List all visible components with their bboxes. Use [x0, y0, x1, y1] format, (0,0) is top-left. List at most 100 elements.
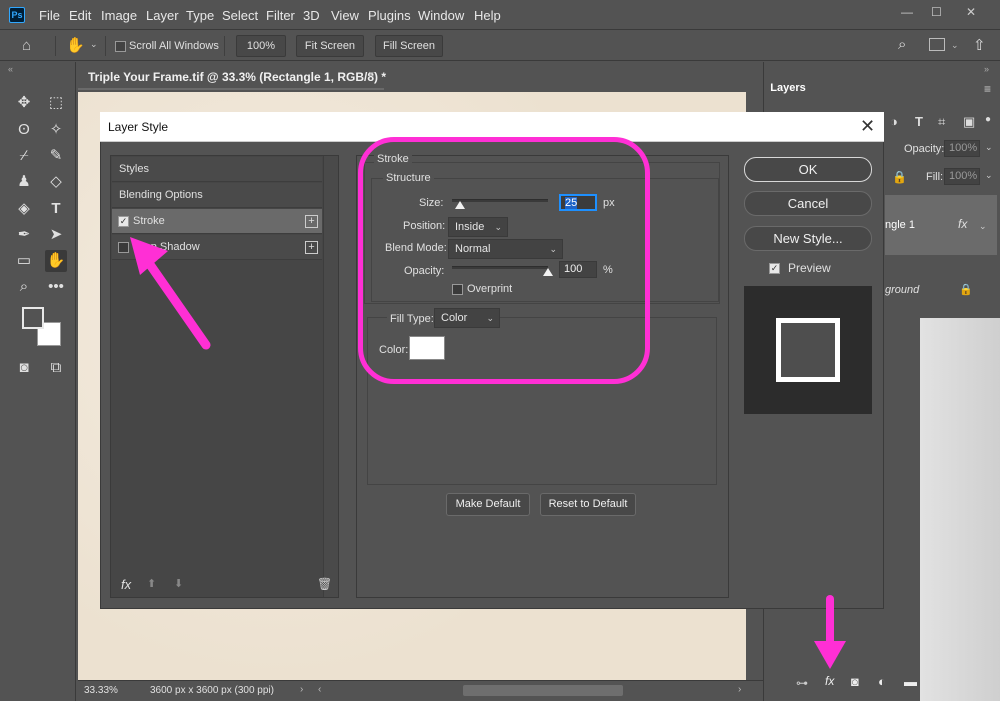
path-select-icon[interactable]: ➤ — [45, 224, 67, 246]
new-style-button[interactable]: New Style... — [744, 226, 872, 251]
quick-mask-icon[interactable]: ◙ — [13, 357, 35, 379]
zoom-level[interactable]: 33.33% — [84, 685, 118, 696]
hand-tool-icon[interactable]: ✋ — [45, 250, 67, 272]
make-default-button[interactable]: Make Default — [446, 493, 530, 516]
cancel-button[interactable]: Cancel — [744, 191, 872, 216]
eyedropper-icon[interactable]: ⌿ — [13, 145, 35, 167]
home-icon[interactable]: ⌂ — [22, 37, 31, 54]
pen-tool-icon[interactable]: ✒ — [13, 224, 35, 246]
stroke-checkbox[interactable]: ✓ — [118, 216, 129, 227]
stamp-icon[interactable]: ♟ — [13, 171, 35, 193]
style-item-blending-options[interactable]: Blending Options — [112, 183, 322, 208]
fill-screen-button[interactable]: Fill Screen — [375, 35, 443, 57]
workspace-icon[interactable] — [929, 38, 945, 51]
overlapping-paper — [920, 318, 1000, 701]
adjustment-filter-icon[interactable]: ◑ — [890, 114, 898, 129]
brush-icon[interactable]: ✎ — [45, 145, 67, 167]
annotation-arrow-fx — [814, 595, 846, 669]
menu-filter[interactable]: Filter — [266, 8, 295, 23]
close-window-button[interactable]: ✕ — [966, 5, 976, 19]
eraser-icon[interactable]: ◇ — [45, 171, 67, 193]
opacity-label: Opacity: — [904, 143, 945, 155]
adjustment-layer-icon[interactable]: ◐ — [878, 674, 886, 689]
fit-screen-button[interactable]: Fit Screen — [296, 35, 364, 57]
hand-tool-icon[interactable]: ✋ — [66, 36, 85, 54]
collapse-panel-icon[interactable]: » — [984, 64, 989, 74]
layer-effects-icon[interactable]: fx — [958, 217, 967, 231]
photoshop-logo: Ps — [9, 7, 25, 23]
add-mask-icon[interactable]: ◙ — [851, 674, 859, 689]
menu-window[interactable]: Window — [418, 8, 464, 23]
add-stroke-icon[interactable]: + — [305, 215, 318, 228]
style-list-scrollbar[interactable] — [323, 156, 338, 597]
more-tools-icon[interactable]: ••• — [45, 276, 67, 298]
add-layer-style-icon[interactable]: fx — [825, 674, 834, 688]
tab-layers[interactable]: Layers — [764, 76, 812, 100]
document-tab[interactable]: Triple Your Frame.tif @ 33.3% (Rectangle… — [78, 62, 386, 90]
menu-view[interactable]: View — [331, 8, 359, 23]
minimize-button[interactable]: — — [901, 5, 913, 19]
share-icon[interactable]: ⇧ — [973, 36, 986, 54]
paint-bucket-icon[interactable]: ◈ — [13, 198, 35, 220]
scroll-all-windows-checkbox[interactable] — [115, 41, 126, 52]
highlight-circle — [358, 137, 650, 384]
menu-file[interactable]: File — [39, 8, 60, 23]
trash-icon[interactable]: 🗑 — [317, 577, 332, 591]
rectangle-tool-icon[interactable]: ▭ — [13, 250, 35, 272]
close-icon[interactable]: × — [368, 69, 374, 81]
type-tool-icon[interactable]: T — [45, 198, 67, 220]
menu-help[interactable]: Help — [474, 8, 501, 23]
menu-select[interactable]: Select — [222, 8, 258, 23]
chevron-down-icon[interactable]: ⌄ — [985, 170, 993, 181]
chevron-down-icon[interactable]: ⌄ — [985, 142, 993, 153]
collapse-icon[interactable]: « — [8, 64, 13, 74]
marquee-tool-icon[interactable]: ⬚ — [45, 92, 67, 114]
type-filter-icon[interactable]: T — [915, 114, 923, 129]
new-group-icon[interactable]: ▬ — [904, 674, 917, 689]
close-icon[interactable]: ✕ — [860, 116, 875, 137]
menu-layer[interactable]: Layer — [146, 8, 179, 23]
move-tool-icon[interactable]: ✥ — [13, 92, 35, 114]
foreground-color-swatch-top[interactable] — [22, 307, 44, 329]
filter-toggle-icon[interactable]: ● — [985, 114, 991, 125]
ok-button[interactable]: OK — [744, 157, 872, 182]
menu-edit[interactable]: Edit — [69, 8, 91, 23]
layer-name: ground — [885, 284, 920, 296]
shape-filter-icon[interactable]: ⌗ — [938, 114, 945, 130]
chevron-right-icon[interactable]: › — [300, 684, 303, 695]
maximize-button[interactable]: ☐ — [931, 5, 942, 19]
style-list-header[interactable]: Styles — [112, 157, 322, 182]
scroll-left-icon[interactable]: ‹ — [318, 684, 321, 695]
move-down-icon[interactable]: ⬇ — [174, 577, 183, 590]
screen-mode-icon[interactable]: ⧉ — [45, 357, 67, 379]
zoom-tool-icon[interactable]: ⌕ — [13, 276, 35, 298]
add-drop-shadow-icon[interactable]: + — [305, 241, 318, 254]
smart-object-filter-icon[interactable]: ▣ — [963, 114, 975, 130]
search-icon[interactable]: ⌕ — [898, 36, 906, 53]
link-layers-icon[interactable]: ⊶ — [796, 676, 808, 690]
layer-fill-input[interactable]: 100% — [944, 168, 980, 185]
move-up-icon[interactable]: ⬆ — [147, 577, 156, 590]
layer-row-rectangle[interactable]: ngle 1 fx ⌄ — [885, 195, 997, 255]
chevron-down-icon[interactable]: ⌄ — [979, 221, 987, 232]
menu-plugins[interactable]: Plugins — [368, 8, 411, 23]
reset-to-default-button[interactable]: Reset to Default — [540, 493, 636, 516]
magic-wand-icon[interactable]: ✧ — [45, 119, 67, 141]
menu-type[interactable]: Type — [186, 8, 214, 23]
lasso-tool-icon[interactable]: ʘ — [13, 119, 35, 141]
chevron-down-icon[interactable]: ⌄ — [90, 39, 98, 50]
fx-icon[interactable]: fx — [121, 577, 131, 592]
horizontal-scrollbar[interactable] — [463, 685, 623, 696]
style-item-stroke[interactable]: Stroke — [112, 209, 322, 234]
lock-icon[interactable]: 🔒 — [892, 170, 907, 184]
zoom-100-button[interactable]: 100% — [236, 35, 286, 57]
layer-row-background[interactable]: ground 🔒 — [885, 258, 997, 318]
layer-opacity-input[interactable]: 100% — [944, 140, 980, 157]
panel-menu-icon[interactable]: ≡ — [984, 82, 991, 96]
menu-image[interactable]: Image — [101, 8, 137, 23]
menu-bar: Ps File Edit Image Layer Type Select Fil… — [0, 0, 1000, 30]
menu-3d[interactable]: 3D — [303, 8, 320, 23]
chevron-down-icon[interactable]: ⌄ — [951, 40, 959, 51]
preview-checkbox[interactable]: ✓ — [769, 263, 780, 274]
scroll-right-icon[interactable]: › — [738, 684, 741, 695]
